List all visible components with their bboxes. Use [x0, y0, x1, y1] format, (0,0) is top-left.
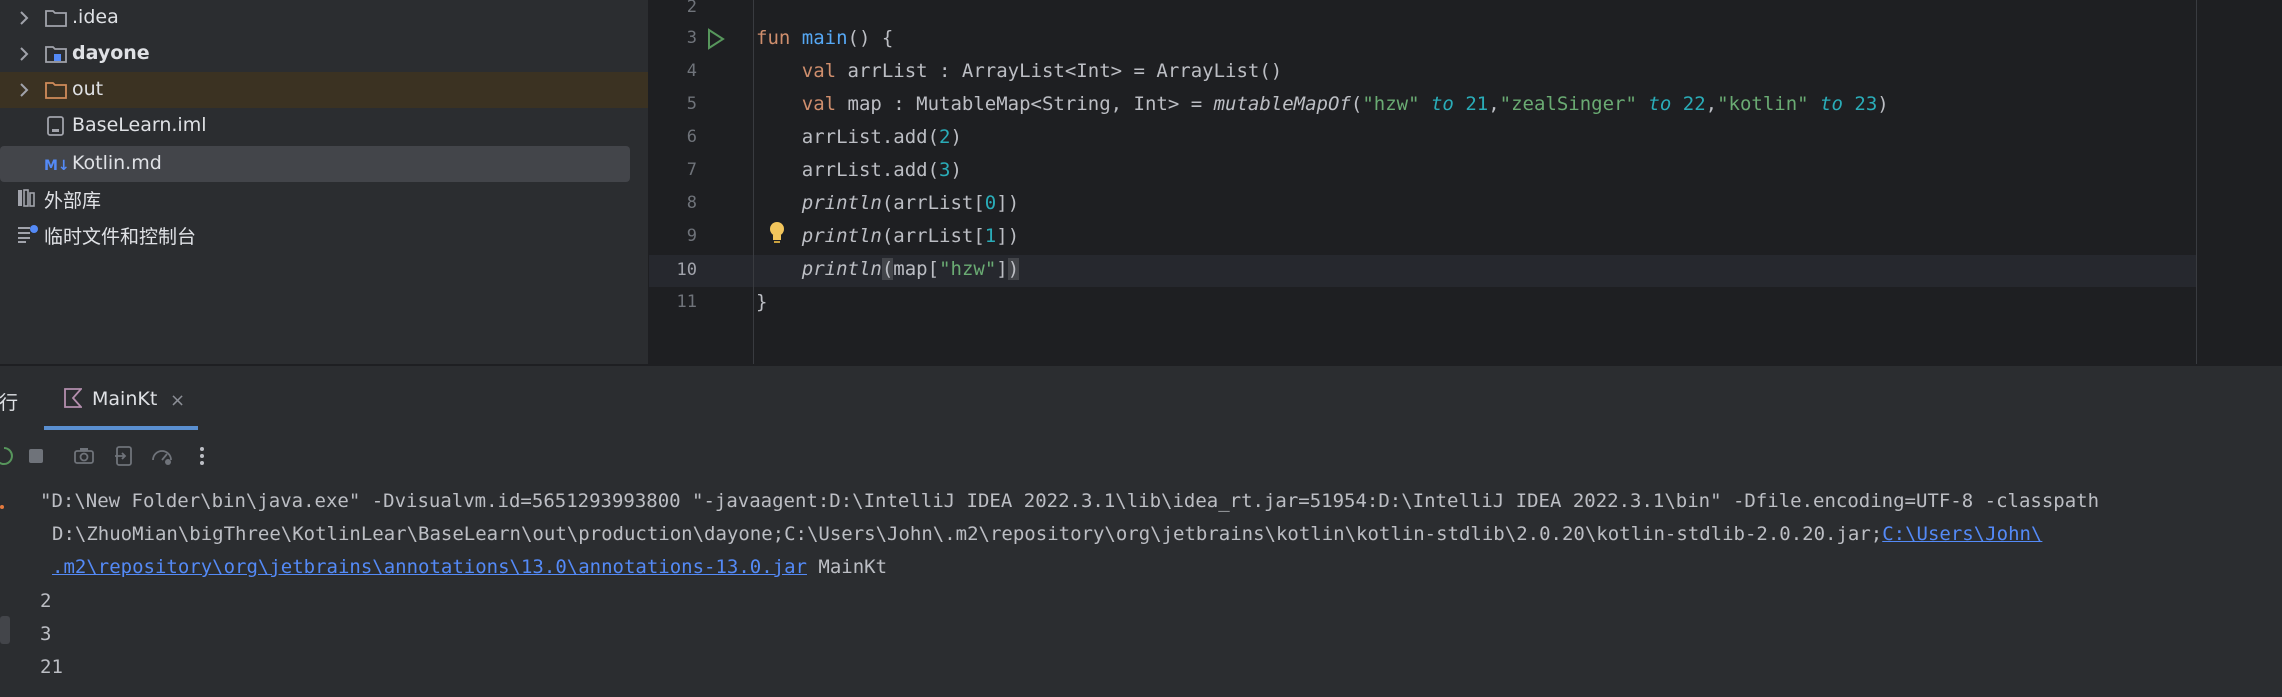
tree-item-label: dayone — [72, 42, 150, 64]
console-command-line: "D:\New Folder\bin\java.exe" -Dvisualvm.… — [40, 490, 2100, 512]
tab-mainkt[interactable]: MainKt × — [44, 378, 198, 430]
right-margin-guide — [2196, 0, 2197, 364]
line-number: 7 — [686, 160, 697, 180]
chevron-right-icon[interactable] — [14, 80, 34, 100]
tree-item-out[interactable]: out — [0, 72, 648, 108]
console-side-tab[interactable] — [0, 616, 10, 644]
camera-icon[interactable] — [72, 444, 96, 468]
line-number: 9 — [686, 226, 697, 246]
code-line-3: fun main() { — [756, 27, 894, 49]
run-panel-header — [0, 366, 2282, 430]
tree-item-label: .idea — [72, 6, 119, 28]
markdown-file-icon: M↓ — [44, 158, 68, 174]
console-main-class: MainKt — [806, 556, 888, 578]
chevron-right-icon[interactable] — [14, 44, 34, 64]
line-number: 8 — [686, 193, 697, 213]
line-number: 3 — [686, 28, 697, 48]
tree-item-scratches[interactable]: 临时文件和控制台 — [0, 216, 648, 252]
tree-item-label: 外部库 — [44, 190, 102, 212]
console-marker — [0, 505, 4, 509]
tree-item-label: Kotlin.md — [72, 152, 162, 174]
code-line-7: arrList.add(3) — [756, 159, 962, 181]
console-classpath: D:\ZhuoMian\bigThree\KotlinLear\BaseLear… — [52, 523, 1883, 545]
run-toolbar — [0, 430, 2282, 483]
chevron-right-icon[interactable] — [14, 8, 34, 28]
code-line-6: arrList.add(2) — [756, 126, 962, 148]
console-output[interactable] — [0, 482, 2282, 697]
svg-text:M↓: M↓ — [44, 158, 68, 174]
restore-layout-icon[interactable] — [112, 444, 136, 468]
code-line-4: val arrList : ArrayList<Int> = ArrayList… — [801, 60, 1283, 82]
console-output-line: 3 — [40, 623, 52, 645]
tree-item-label: out — [72, 78, 104, 100]
line-number: 2 — [686, 0, 697, 17]
more-options-icon[interactable] — [190, 444, 214, 468]
folder-icon — [45, 10, 67, 27]
library-icon — [18, 189, 35, 207]
scratches-icon — [18, 225, 38, 243]
tab-label: MainKt — [92, 388, 158, 410]
console-path-link[interactable]: C:\Users\John\ — [1882, 523, 2042, 545]
code-line-10: println(map["hzw"]) — [801, 258, 1020, 280]
code-editor[interactable] — [649, 0, 2282, 364]
stop-icon[interactable] — [24, 444, 48, 468]
line-number: 11 — [676, 292, 697, 312]
iml-file-icon — [47, 116, 64, 136]
line-number: 5 — [686, 94, 697, 114]
tree-item-baselearn-iml[interactable]: BaseLearn.iml — [0, 108, 648, 144]
close-icon[interactable]: × — [170, 390, 185, 411]
line-number: 6 — [686, 127, 697, 147]
tree-item-label: BaseLearn.iml — [72, 114, 207, 136]
gutter-divider — [753, 0, 754, 364]
console-command-line: .m2\repository\org\jetbrains\annotations… — [52, 556, 887, 578]
tree-item-dayone[interactable]: dayone — [0, 36, 648, 72]
tree-item-external-libraries[interactable]: 外部库 — [0, 180, 648, 216]
rerun-icon[interactable] — [0, 444, 16, 468]
tree-item-idea[interactable]: .idea — [0, 0, 648, 36]
excluded-folder-icon — [45, 82, 67, 99]
code-line-5: val map : MutableMap<String, Int> = muta… — [801, 93, 1889, 115]
line-number: 4 — [686, 61, 697, 81]
performance-icon[interactable] — [150, 444, 174, 468]
console-path-link[interactable]: .m2\repository\org\jetbrains\annotations… — [52, 556, 807, 578]
console-output-line: 21 — [40, 656, 63, 678]
kotlin-icon — [64, 388, 82, 408]
code-line-8: println(arrList[0]) — [801, 192, 1020, 214]
tree-item-label: 临时文件和控制台 — [44, 226, 197, 248]
console-command-line: D:\ZhuoMian\bigThree\KotlinLear\BaseLear… — [52, 523, 2042, 545]
run-panel-title: 运行 — [0, 392, 19, 414]
tree-item-kotlin-md[interactable]: M↓ Kotlin.md — [0, 146, 630, 182]
module-folder-icon — [45, 46, 67, 63]
line-number: 10 — [676, 260, 697, 280]
run-gutter-icon[interactable] — [706, 28, 726, 50]
code-line-11: } — [756, 291, 768, 313]
console-output-line: 2 — [40, 590, 52, 612]
code-line-9: println(arrList[1]) — [801, 225, 1020, 247]
